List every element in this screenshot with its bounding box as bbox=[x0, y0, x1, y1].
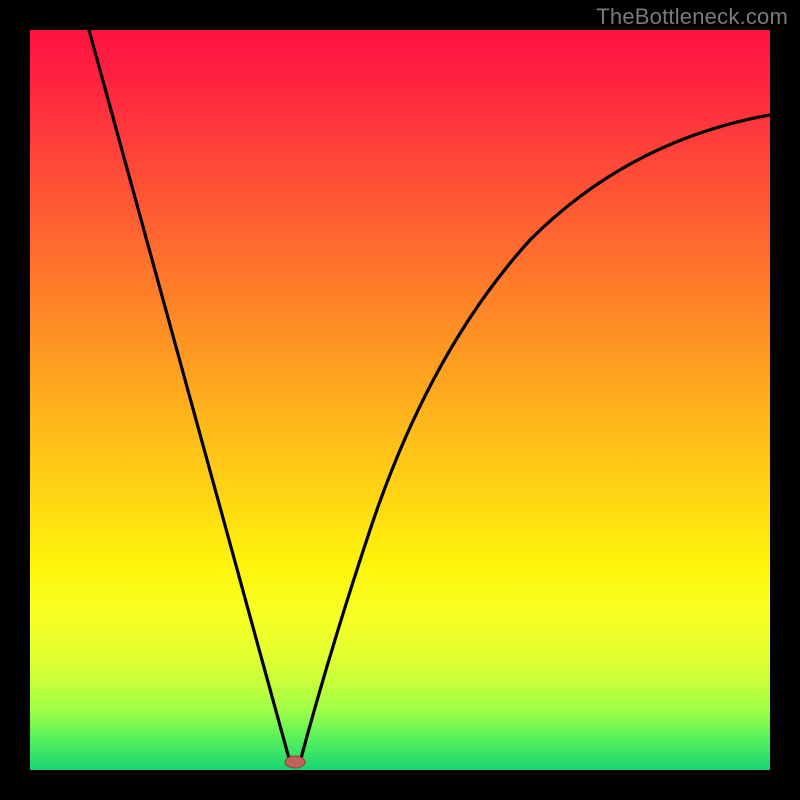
curve-left-branch bbox=[89, 30, 290, 762]
bottleneck-curve bbox=[30, 30, 770, 770]
min-marker bbox=[285, 756, 305, 768]
chart-frame: TheBottleneck.com bbox=[0, 0, 800, 800]
plot-area bbox=[30, 30, 770, 770]
watermark-text: TheBottleneck.com bbox=[596, 4, 788, 30]
curve-right-branch bbox=[300, 115, 770, 762]
